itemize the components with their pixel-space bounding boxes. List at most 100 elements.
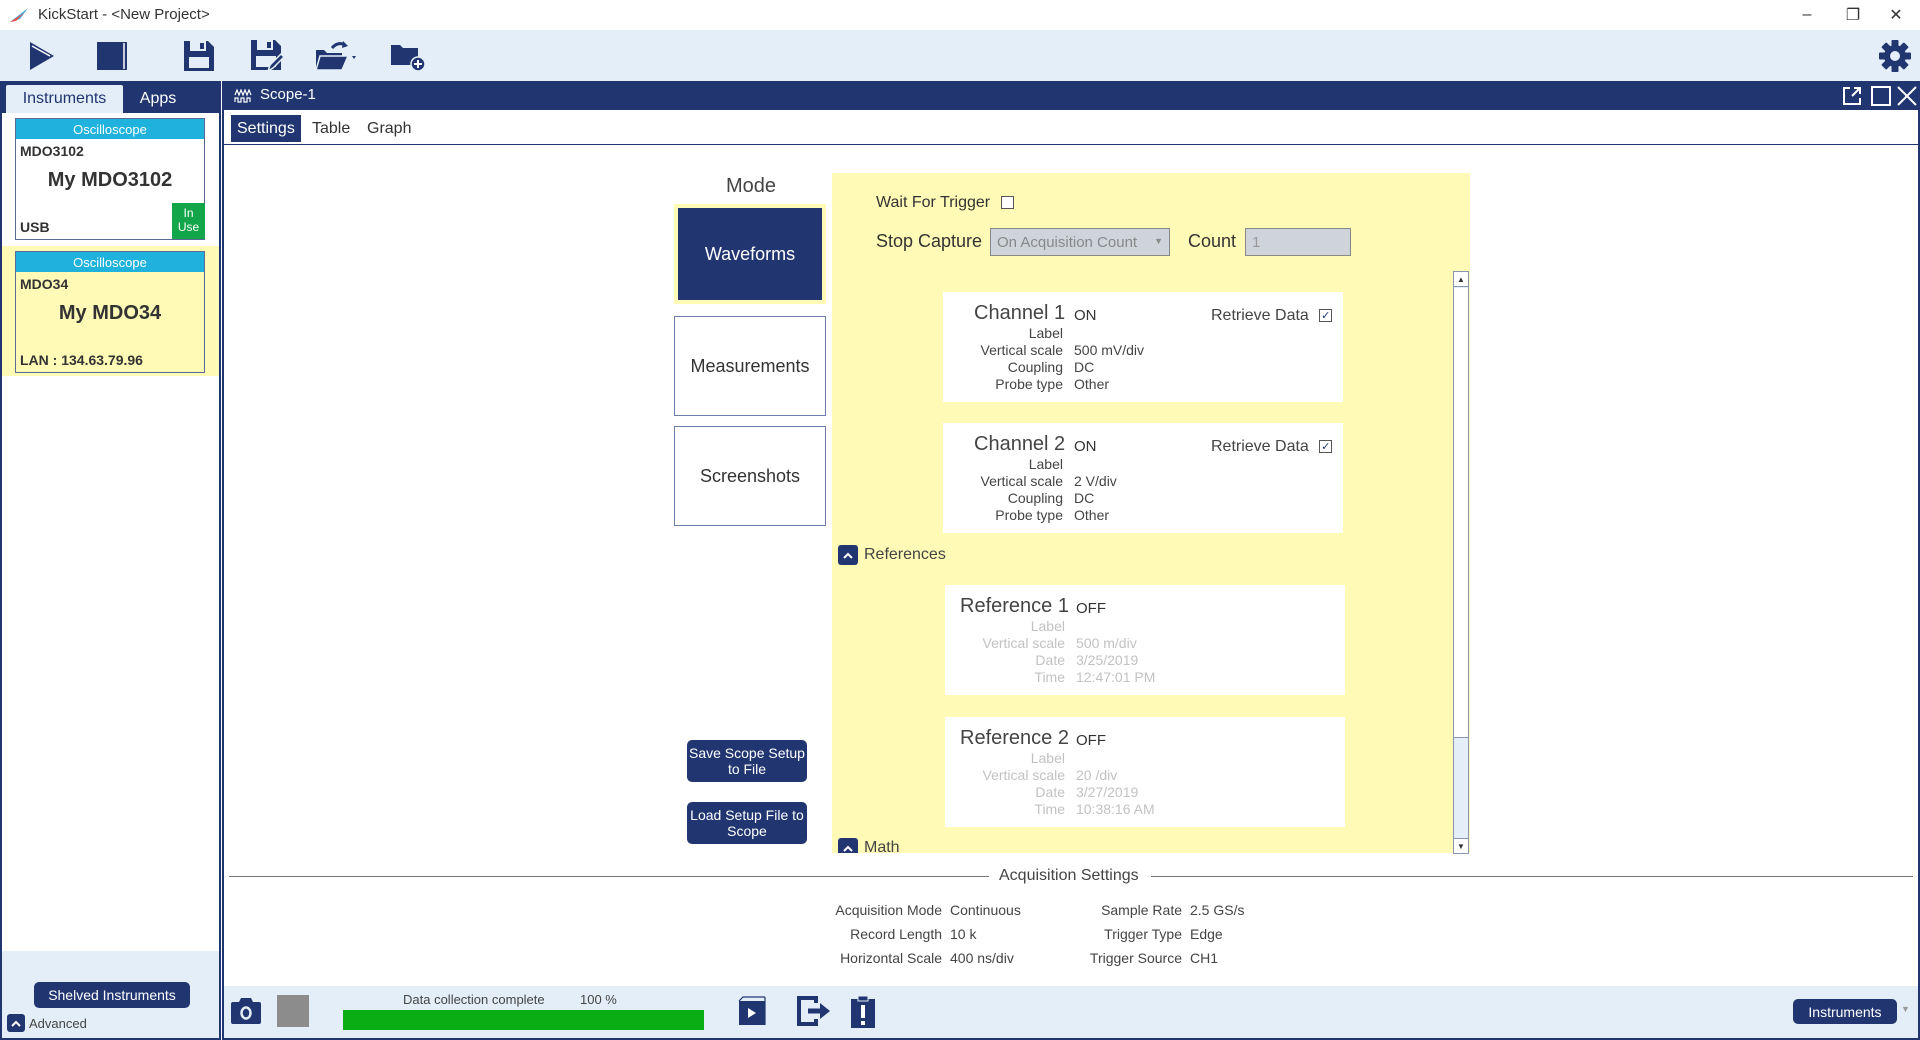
channel-state: ON	[1074, 307, 1097, 324]
mode-screenshots-button[interactable]: Screenshots	[674, 426, 826, 526]
instruments-button[interactable]: Instruments	[1793, 999, 1897, 1024]
run-script-button[interactable]	[737, 995, 771, 1027]
count-input[interactable]: 1	[1245, 228, 1351, 256]
instruments-panel: Instruments Apps Oscilloscope MDO3102 My…	[0, 81, 221, 1040]
row-label: Vertical scale	[980, 473, 1063, 489]
restore-button[interactable]: ❐	[1833, 3, 1873, 27]
mode-waveforms-button[interactable]: Waveforms	[674, 204, 826, 304]
acq-label: Record Length	[850, 926, 942, 942]
maximize-panel-button[interactable]	[1869, 84, 1893, 108]
row-value: Other	[1074, 507, 1110, 523]
retrieve-data-checkbox[interactable]: ✓	[1319, 440, 1333, 454]
chevron-up-icon	[838, 545, 858, 565]
channel-1-card[interactable]: Channel 1 ON Retrieve Data ✓ Label Verti…	[943, 292, 1343, 402]
export-button[interactable]	[796, 995, 832, 1027]
row-label: Date	[1035, 784, 1065, 800]
popout-button[interactable]	[1840, 84, 1864, 108]
clipboard-alert-button[interactable]	[848, 995, 878, 1028]
instrument-nickname: My MDO3102	[47, 169, 173, 191]
instrument-nickname: My MDO34	[58, 302, 162, 324]
screenshot-button[interactable]	[229, 996, 263, 1026]
instrument-card-mdo34[interactable]: Oscilloscope MDO34 My MDO34 LAN : 134.63…	[15, 251, 205, 373]
row-label: Vertical scale	[980, 342, 1063, 358]
open-project-button[interactable]	[310, 36, 362, 76]
stop-icon	[97, 42, 127, 70]
tab-instruments[interactable]: Instruments	[6, 85, 123, 113]
row-value: Other	[1074, 376, 1110, 392]
tab-table[interactable]: Table	[306, 115, 356, 142]
run-button[interactable]	[22, 36, 62, 76]
row-label: Vertical scale	[982, 635, 1065, 651]
gear-icon	[1879, 40, 1911, 72]
channel-name: Channel 1	[974, 302, 1066, 324]
scope-header: Scope-1	[224, 81, 1918, 110]
retrieve-data-label: Retrieve Data	[1211, 438, 1309, 455]
save-scope-setup-button[interactable]: Save Scope Setup to File	[687, 740, 807, 782]
shelved-instruments-button[interactable]: Shelved Instruments	[34, 982, 190, 1008]
save-button[interactable]	[179, 36, 219, 76]
close-window-button[interactable]: ✕	[1876, 3, 1916, 27]
reference-1-card[interactable]: Reference 1 OFF Label Vertical scale 500…	[945, 585, 1345, 695]
minimize-button[interactable]: –	[1787, 3, 1827, 27]
channel-2-card[interactable]: Channel 2 ON Retrieve Data ✓ Label Verti…	[943, 423, 1343, 533]
acq-label: Sample Rate	[1101, 902, 1182, 918]
scope-title: Scope-1	[260, 86, 316, 103]
reference-2-card[interactable]: Reference 2 OFF Label Vertical scale 20 …	[945, 717, 1345, 827]
row-label: Label	[1030, 750, 1065, 766]
open-folder-icon	[315, 41, 356, 71]
scope-tabs: Settings Table Graph	[224, 110, 1918, 145]
tab-settings[interactable]: Settings	[231, 115, 301, 142]
settings-scrollbar[interactable]: ▲ ▼	[1453, 271, 1469, 854]
advanced-toggle[interactable]: Advanced	[7, 1013, 87, 1033]
wait-for-trigger-label: Wait For Trigger	[876, 194, 991, 211]
main-toolbar	[0, 30, 1920, 81]
tab-apps[interactable]: Apps	[123, 85, 193, 113]
wait-for-trigger-checkbox[interactable]	[1000, 196, 1014, 210]
acq-label: Trigger Source	[1089, 950, 1182, 966]
load-setup-file-button[interactable]: Load Setup File to Scope	[687, 802, 807, 844]
instrument-type: Oscilloscope	[16, 252, 204, 272]
scrollbar-thumb[interactable]	[1454, 288, 1468, 738]
scroll-down-arrow-icon[interactable]: ▼	[1454, 838, 1468, 853]
stop-collection-button[interactable]	[277, 995, 309, 1027]
instrument-type: Oscilloscope	[16, 119, 204, 139]
settings-button[interactable]	[1875, 36, 1915, 76]
row-value: 3/27/2019	[1076, 784, 1139, 800]
instrument-model: MDO3102	[20, 143, 84, 159]
row-label: Label	[1028, 325, 1063, 341]
scroll-up-arrow-icon[interactable]: ▲	[1454, 272, 1468, 287]
close-panel-button[interactable]	[1895, 84, 1919, 108]
math-section-toggle[interactable]: Math	[838, 838, 900, 853]
dropdown-arrow-icon[interactable]: ▼	[1901, 1004, 1910, 1014]
mode-measurements-button[interactable]: Measurements	[674, 316, 826, 416]
row-value: DC	[1074, 490, 1095, 506]
tab-graph[interactable]: Graph	[361, 115, 417, 142]
chevron-up-icon	[838, 838, 858, 853]
row-label: Vertical scale	[982, 767, 1065, 783]
row-value: 10:38:16 AM	[1076, 801, 1155, 817]
retrieve-data-label: Retrieve Data	[1211, 307, 1309, 324]
stop-button[interactable]	[92, 36, 132, 76]
reference-state: OFF	[1076, 600, 1106, 617]
row-label: Time	[1034, 801, 1065, 817]
stop-capture-value: On Acquisition Count	[997, 233, 1138, 251]
minimize-icon: –	[1802, 6, 1812, 23]
advanced-label: Advanced	[29, 1015, 87, 1031]
instrument-card-mdo3102[interactable]: Oscilloscope MDO3102 My MDO3102 USB In U…	[15, 118, 205, 240]
new-project-button[interactable]	[388, 36, 428, 76]
acq-value: 2.5 GS/s	[1190, 902, 1245, 918]
instrument-connection: USB	[20, 219, 50, 235]
row-value: 500 m/div	[1076, 635, 1137, 651]
acquisition-settings-title: Acquisition Settings	[999, 867, 1139, 884]
title-bar: KickStart - <New Project> – ❐ ✕	[0, 0, 1920, 30]
channel-name: Channel 2	[974, 433, 1066, 455]
waveform-icon	[234, 89, 252, 103]
retrieve-data-checkbox[interactable]: ✓	[1319, 309, 1333, 323]
references-section-toggle[interactable]: References	[838, 545, 946, 565]
acq-value: 10 k	[950, 926, 977, 942]
save-as-button[interactable]	[247, 36, 287, 76]
row-label: Date	[1035, 652, 1065, 668]
progress-bar	[343, 1010, 704, 1030]
progress-label: Data collection complete	[403, 992, 545, 1007]
stop-capture-select[interactable]: On Acquisition Count ▼	[990, 228, 1170, 256]
